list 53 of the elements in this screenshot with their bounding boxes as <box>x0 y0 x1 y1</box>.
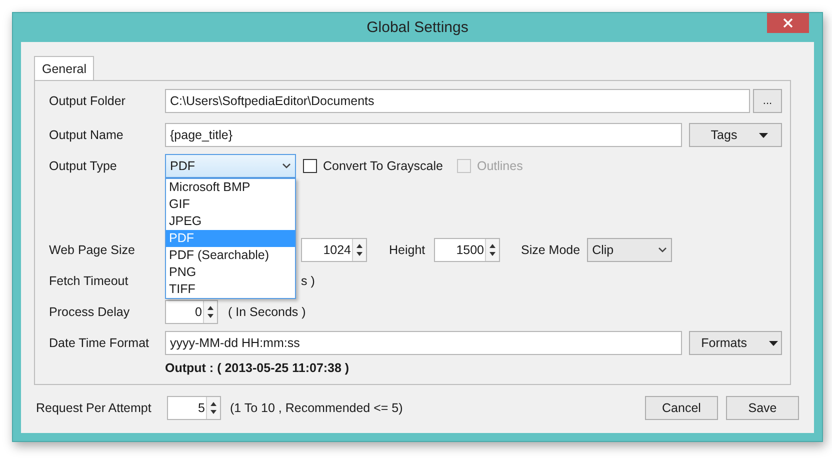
formats-button[interactable]: Formats <box>689 331 782 355</box>
up-arrow-icon[interactable] <box>206 304 215 312</box>
input-field[interactable]: {page_title} <box>165 123 682 147</box>
field-label: Process Delay <box>48 305 131 319</box>
field-label: Output Type <box>48 159 118 173</box>
output-type-dropdown[interactable]: PDF <box>165 154 296 178</box>
field-label: Size Mode <box>521 243 580 257</box>
dropdown-option[interactable]: Microsoft BMP <box>166 179 295 196</box>
up-arrow-icon[interactable] <box>209 400 218 408</box>
delay-spinner[interactable]: 0 <box>165 300 218 324</box>
close-button[interactable] <box>767 13 809 33</box>
dialog-button[interactable]: Save <box>726 396 799 420</box>
output-preview: Output : ( 2013-05-25 11:07:38 ) <box>164 361 350 375</box>
up-arrow-icon[interactable] <box>355 242 364 250</box>
height-spinner[interactable]: 1500 <box>434 238 500 262</box>
down-arrow-icon[interactable] <box>209 408 218 416</box>
tags-button[interactable]: Tags <box>689 123 782 147</box>
caret-icon <box>759 132 768 138</box>
dialog-button[interactable]: Cancel <box>645 396 718 420</box>
caret-icon <box>768 340 778 346</box>
input-field[interactable]: C:\Users\SoftpediaEditor\Documents <box>165 89 750 113</box>
checkbox[interactable] <box>303 159 317 173</box>
field-label: Output Name <box>48 128 124 142</box>
dropdown-option[interactable]: PNG <box>166 264 295 281</box>
request-spinner[interactable]: 5 <box>167 396 221 420</box>
dropdown-option[interactable]: GIF <box>166 196 295 213</box>
field-label: Height <box>389 243 426 257</box>
checkbox-label: Outlines <box>476 159 523 173</box>
width-spinner[interactable]: 1024 <box>301 238 367 262</box>
field-label: Web Page Size <box>48 243 136 257</box>
dropdown-option[interactable]: PDF (Searchable) <box>166 247 295 264</box>
hint-text: (1 To 10 , Recommended <= 5) <box>230 401 403 415</box>
down-arrow-icon[interactable] <box>355 250 364 258</box>
field-label: Fetch Timeout <box>48 274 130 288</box>
unit-label: s ) <box>301 274 315 288</box>
input-field[interactable]: yyyy-MM-dd HH:mm:ss <box>165 331 682 355</box>
window-title: Global Settings <box>366 19 468 36</box>
dropdown-option[interactable]: TIFF <box>166 281 295 298</box>
checkbox-label: Convert To Grayscale <box>323 159 443 173</box>
unit-label: ( In Seconds ) <box>228 305 306 319</box>
field-label: Output Folder <box>48 94 126 108</box>
close-icon <box>783 18 793 28</box>
size-mode-dropdown[interactable]: Clip <box>587 238 672 262</box>
down-arrow-icon[interactable] <box>206 312 215 320</box>
up-arrow-icon[interactable] <box>488 242 497 250</box>
down-arrow-icon[interactable] <box>488 250 497 258</box>
chevron-icon <box>658 247 668 253</box>
dropdown-option[interactable]: JPEG <box>166 213 295 230</box>
chevron-icon <box>282 163 291 169</box>
browse-button[interactable]: ... <box>753 89 782 113</box>
field-label: Date Time Format <box>48 336 150 350</box>
tab[interactable]: General <box>34 56 94 80</box>
field-label: Request Per Attempt <box>35 401 152 415</box>
